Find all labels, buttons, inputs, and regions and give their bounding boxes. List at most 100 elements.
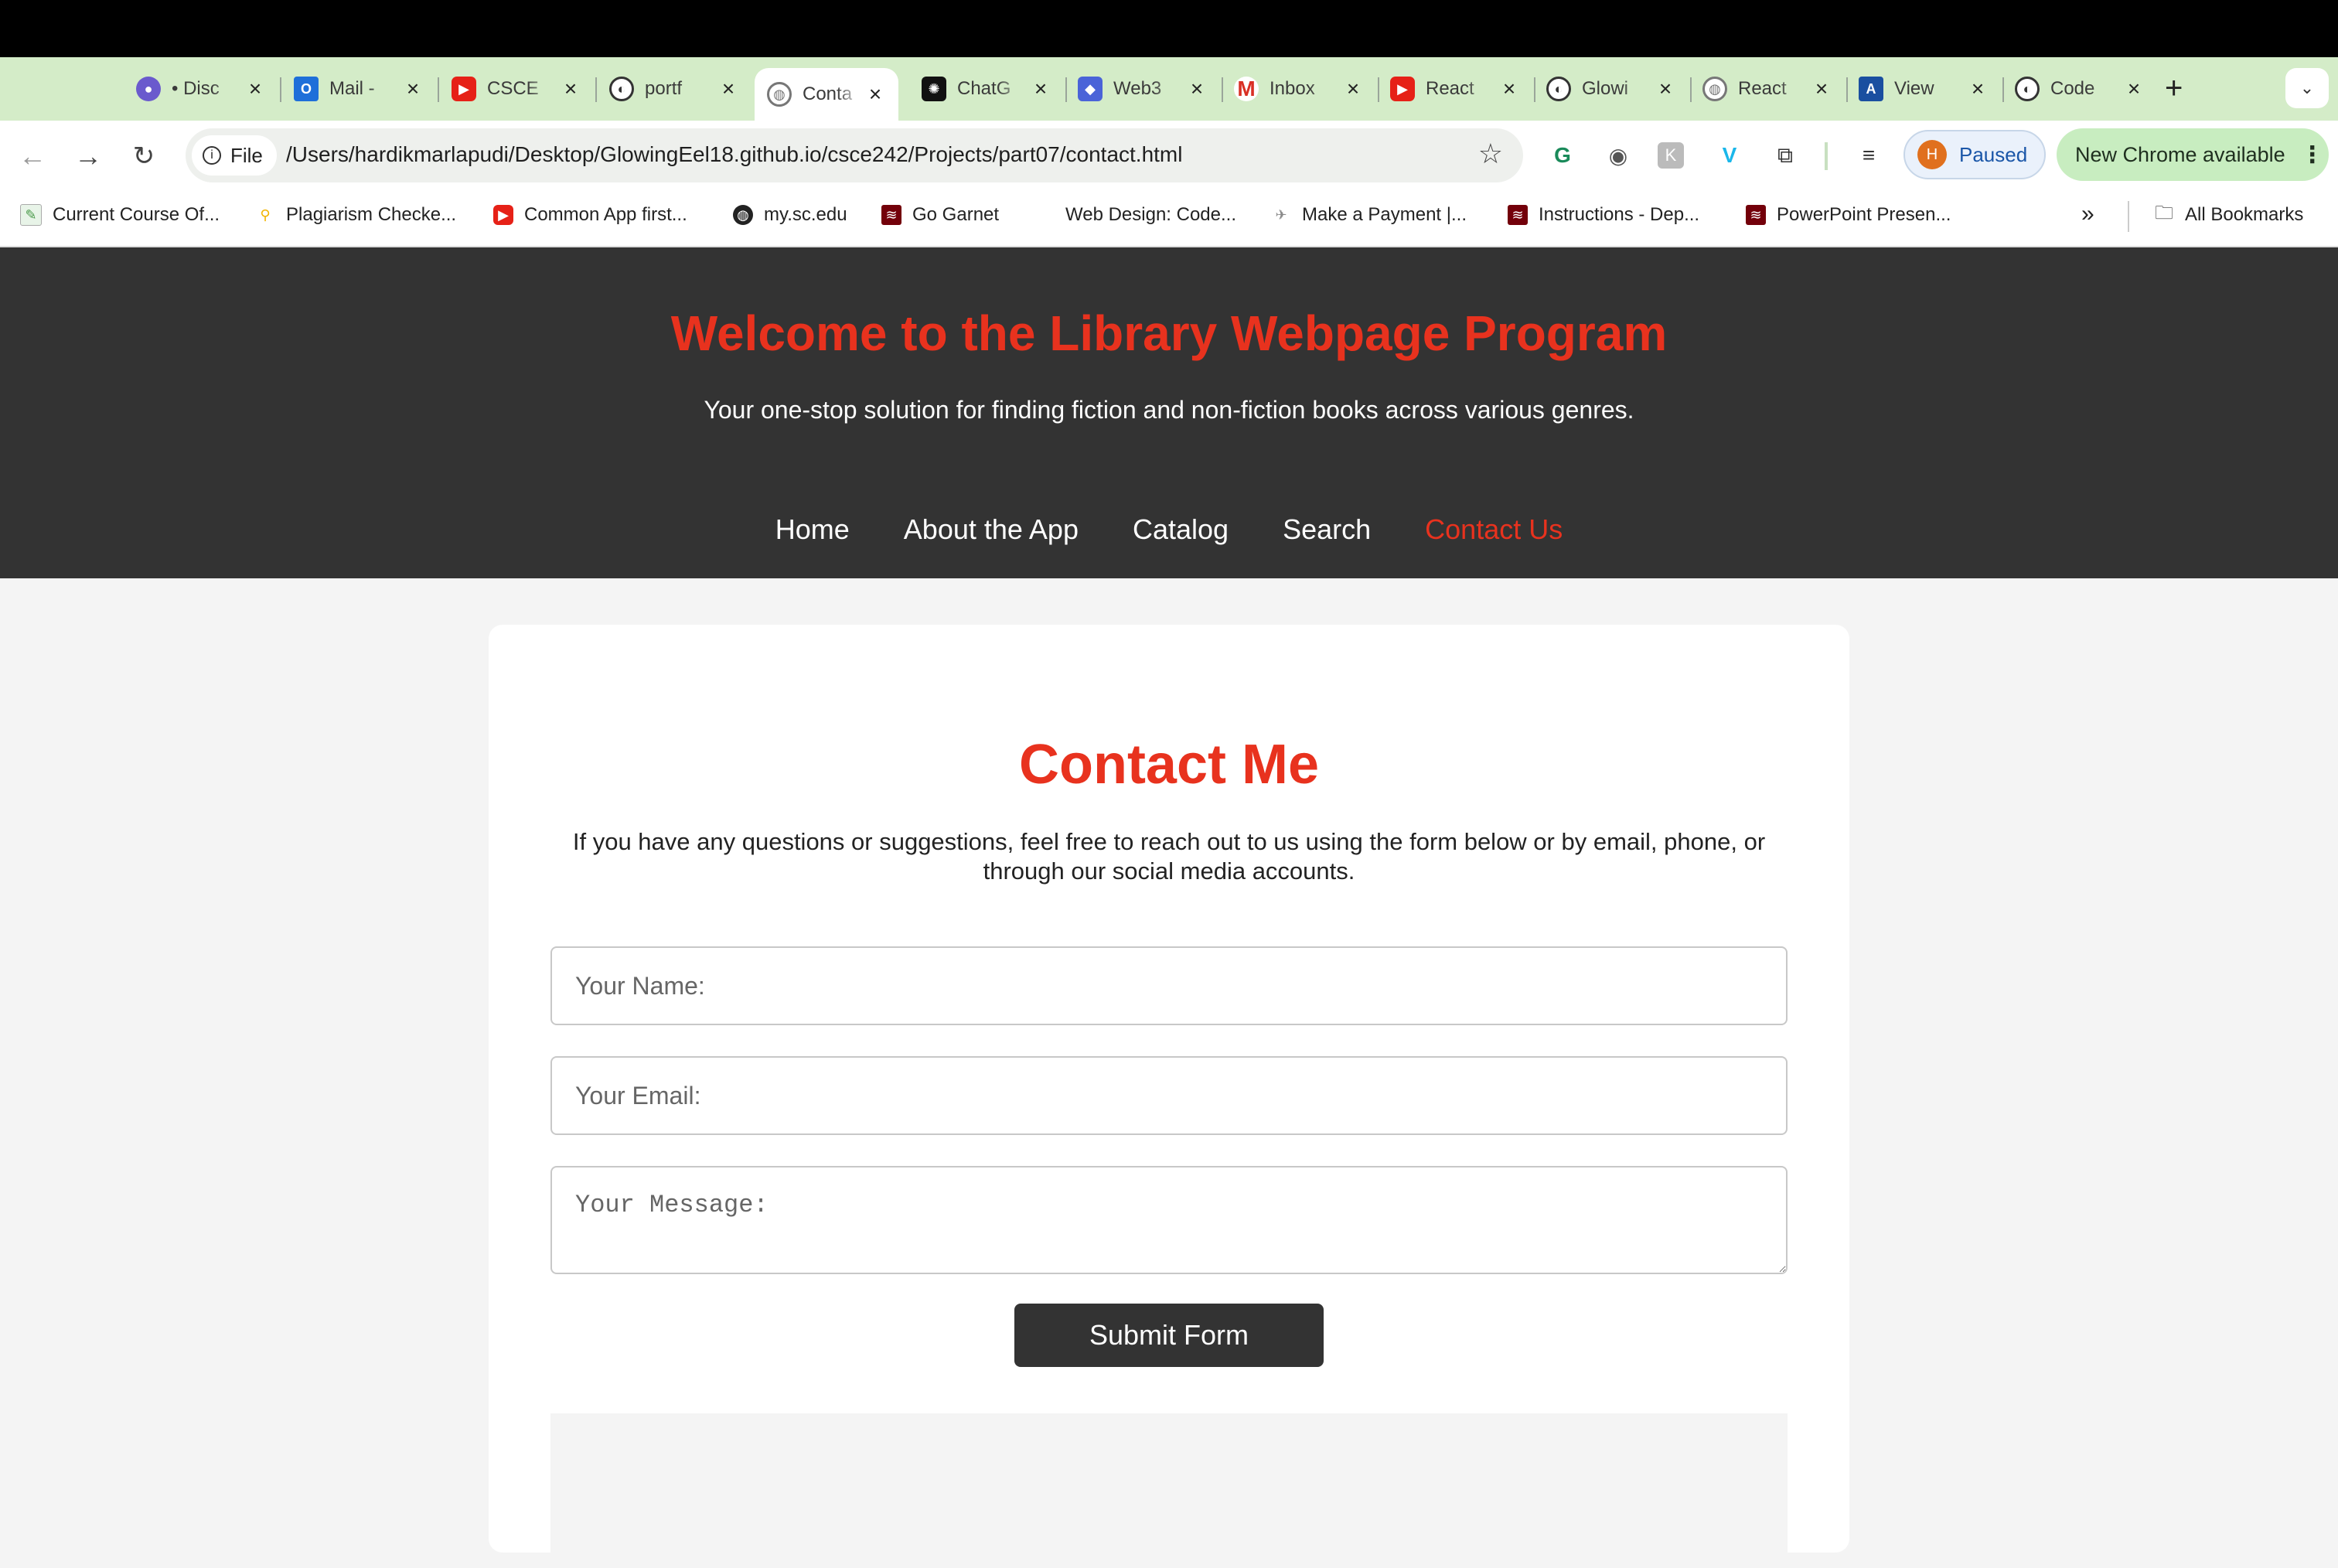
back-arrow-icon[interactable]: ←	[15, 139, 49, 173]
url-text[interactable]: /Users/hardikmarlapudi/Desktop/GlowingEe…	[286, 142, 1182, 167]
tab-react-page[interactable]: ◍ React ×	[1702, 68, 1845, 110]
folder-icon: 🗀	[2154, 203, 2174, 225]
site-info-chip[interactable]: i File	[192, 135, 277, 176]
tab-label: Web3	[1113, 78, 1162, 99]
close-icon[interactable]: ×	[402, 77, 424, 101]
nav-search[interactable]: Search	[1283, 513, 1371, 546]
email-field[interactable]	[550, 1056, 1788, 1135]
bookmark-item[interactable]: ◍ my.sc.edu	[733, 204, 847, 226]
update-label: New Chrome available	[2075, 142, 2285, 166]
bookmark-item[interactable]: ⚲ Plagiarism Checke...	[255, 204, 456, 226]
tab-separator	[595, 77, 597, 102]
bookmark-label: Instructions - Dep...	[1539, 204, 1700, 225]
close-icon[interactable]: ×	[1186, 77, 1208, 101]
nav-about[interactable]: About the App	[904, 513, 1079, 546]
tab-label: portf	[645, 78, 683, 99]
usc-icon: ≋	[1508, 205, 1528, 225]
avatar: H	[1917, 140, 1947, 169]
bookmark-item[interactable]: Web Design: Code...	[1034, 204, 1236, 226]
bookmark-item[interactable]: ✎ Current Course Of...	[20, 204, 220, 226]
all-bookmarks-button[interactable]: 🗀 All Bookmarks	[2154, 203, 2303, 226]
close-icon[interactable]: ×	[864, 82, 886, 107]
tab-inbox[interactable]: M Inbox ×	[1234, 68, 1376, 110]
app-icon: A	[1859, 77, 1883, 101]
tab-discord[interactable]: ● • Disc ×	[136, 68, 278, 110]
vimeo-extension-icon[interactable]: V	[1713, 139, 1746, 172]
submit-button[interactable]: Submit Form	[1014, 1304, 1324, 1367]
close-icon[interactable]: ×	[1342, 77, 1364, 101]
new-tab-plus-icon[interactable]: +	[2165, 71, 2183, 105]
close-icon[interactable]: ×	[244, 77, 266, 101]
close-icon[interactable]: ×	[1030, 77, 1051, 101]
tab-contact[interactable]: ◍ Conta ×	[755, 68, 898, 121]
tab-label: Conta	[803, 84, 853, 104]
update-chrome-button[interactable]: New Chrome available ⋮	[2057, 128, 2329, 181]
nav-contact[interactable]: Contact Us	[1425, 513, 1563, 546]
more-bookmarks-chevron-icon[interactable]: »	[2081, 201, 2094, 227]
media-queue-icon[interactable]: ≡	[1852, 139, 1885, 172]
address-bar[interactable]: i File /Users/hardikmarlapudi/Desktop/Gl…	[186, 128, 1523, 182]
tab-chatgpt[interactable]: ✺ ChatG ×	[922, 68, 1064, 110]
more-vert-icon: ⋮	[2300, 141, 2324, 168]
grammarly-extension-icon[interactable]: G	[1546, 139, 1579, 172]
reload-icon[interactable]: ↻	[127, 139, 161, 173]
os-top-bar	[0, 0, 2338, 57]
close-icon[interactable]: ×	[717, 77, 739, 101]
tab-separator	[1065, 77, 1067, 102]
message-field[interactable]	[550, 1166, 1788, 1274]
profile-button[interactable]: H Paused	[1903, 130, 2046, 179]
tab-separator	[1222, 77, 1223, 102]
bookmark-item[interactable]: ≋ Instructions - Dep...	[1508, 204, 1699, 226]
tab-search-chevron-icon[interactable]: ⌄	[2285, 68, 2329, 108]
tab-csce[interactable]: ▶ CSCE ×	[452, 68, 594, 110]
profile-status: Paused	[1959, 142, 2028, 166]
forward-arrow-icon[interactable]: →	[71, 139, 105, 173]
tab-label: Glowi	[1582, 78, 1629, 99]
close-icon[interactable]: ×	[1655, 77, 1676, 101]
bookmark-item[interactable]: ≋ PowerPoint Presen...	[1746, 204, 1951, 226]
tab-mail[interactable]: O Mail - ×	[294, 68, 436, 110]
tab-view[interactable]: A View ×	[1859, 68, 2001, 110]
contact-heading: Contact Me	[1018, 734, 1320, 796]
record-extension-icon[interactable]: ◉	[1602, 139, 1634, 172]
contact-intro: If you have any questions or suggestions…	[572, 828, 1766, 885]
nav-home[interactable]: Home	[775, 513, 850, 546]
tab-label: • Disc	[172, 78, 220, 99]
tab-label: React	[1426, 78, 1474, 99]
bookmark-item[interactable]: ▶ Common App first...	[493, 204, 687, 226]
contact-info-panel	[550, 1413, 1788, 1568]
github-icon: ◐	[609, 77, 634, 101]
extensions-puzzle-icon[interactable]: ⧉	[1769, 139, 1801, 172]
gmail-icon: M	[1234, 77, 1259, 101]
bookmark-label: PowerPoint Presen...	[1777, 204, 1951, 225]
blank-icon	[1034, 205, 1055, 225]
bookmark-item[interactable]: ≋ Go Garnet	[881, 204, 999, 226]
close-icon[interactable]: ×	[560, 77, 581, 101]
tab-glowing[interactable]: ◐ Glowi ×	[1546, 68, 1689, 110]
globe-icon: ◍	[733, 205, 753, 225]
toolbar-divider	[1825, 142, 1828, 170]
bookmark-star-icon[interactable]: ☆	[1478, 138, 1503, 170]
close-icon[interactable]: ×	[1498, 77, 1520, 101]
nav-catalog[interactable]: Catalog	[1133, 513, 1229, 546]
bookmark-label: Make a Payment |...	[1302, 204, 1467, 225]
outlook-icon: O	[294, 77, 319, 101]
globe-icon: ◍	[1702, 77, 1727, 101]
youtube-icon: ▶	[452, 77, 476, 101]
info-icon: i	[203, 146, 221, 165]
usc-icon: ≋	[1746, 205, 1766, 225]
tab-react-video[interactable]: ▶ React ×	[1390, 68, 1532, 110]
close-icon[interactable]: ×	[1967, 77, 1989, 101]
close-icon[interactable]: ×	[1811, 77, 1832, 101]
bookmark-item[interactable]: ✈ Make a Payment |...	[1271, 204, 1467, 226]
site-header: Welcome to the Library Webpage Program Y…	[0, 247, 2338, 578]
payment-icon: ✈	[1271, 205, 1291, 225]
k-extension-icon[interactable]: K	[1658, 142, 1684, 169]
close-icon[interactable]: ×	[2123, 77, 2145, 101]
bookmark-label: Web Design: Code...	[1065, 204, 1237, 225]
site-info-label: File	[230, 143, 263, 167]
tab-code[interactable]: ◐ Code ×	[2015, 68, 2157, 110]
name-field[interactable]	[550, 946, 1788, 1025]
tab-portfolio[interactable]: ◐ portf ×	[609, 68, 752, 110]
tab-web3[interactable]: ◆ Web3 ×	[1078, 68, 1220, 110]
